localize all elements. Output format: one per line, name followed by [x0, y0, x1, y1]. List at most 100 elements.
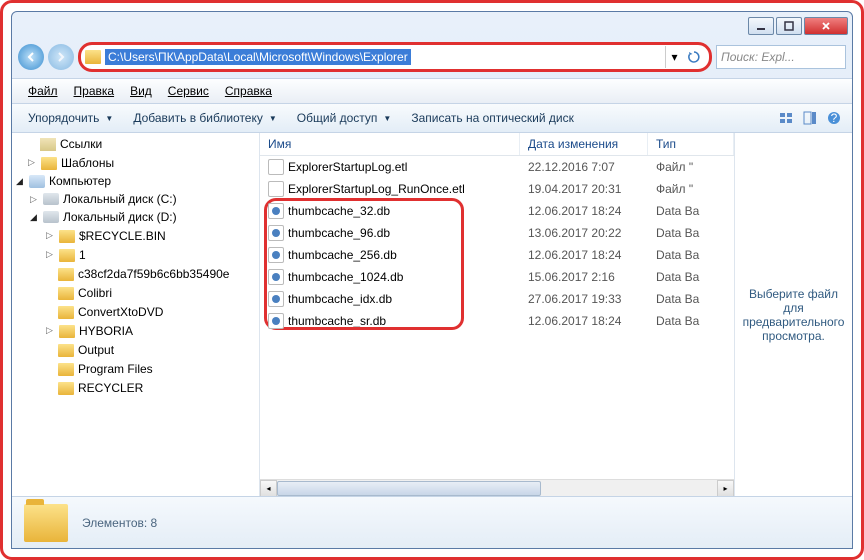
expander-icon[interactable]: ▷ [44, 325, 55, 336]
forward-button[interactable] [48, 44, 74, 70]
list-body[interactable]: ExplorerStartupLog.etl 22.12.2016 7:07Фай… [260, 156, 734, 479]
expander-icon[interactable]: ◢ [28, 212, 39, 223]
close-button[interactable] [804, 17, 848, 35]
file-name: thumbcache_256.db [288, 248, 397, 262]
preview-pane-button[interactable] [800, 108, 820, 128]
expander-icon[interactable]: ▷ [44, 230, 55, 241]
file-list: Имя Дата изменения Тип ExplorerStartupLo… [260, 133, 734, 496]
folder-icon [58, 287, 74, 300]
refresh-button[interactable] [683, 46, 705, 68]
file-date: 27.06.2017 19:33 [520, 291, 648, 307]
scroll-right-button[interactable]: ▸ [717, 480, 734, 497]
tree-convertx[interactable]: ConvertXtoDVD [12, 302, 259, 321]
status-elements: Элементов: 8 [82, 516, 157, 530]
menu-tools[interactable]: Сервис [162, 82, 215, 100]
file-row[interactable]: thumbcache_sr.db12.06.2017 18:24Data Ba [260, 310, 734, 332]
address-dropdown[interactable]: ▾ [665, 46, 683, 68]
expander-icon[interactable]: ▷ [44, 249, 55, 260]
tree-program-files[interactable]: Program Files [12, 359, 259, 378]
file-date: 22.12.2016 7:07 [520, 159, 648, 175]
search-input[interactable]: Поиск: Expl... [716, 45, 846, 69]
maximize-button[interactable] [776, 17, 802, 35]
file-row[interactable]: thumbcache_256.db12.06.2017 18:24Data Ba [260, 244, 734, 266]
address-bar[interactable]: C:\Users\ПК\AppData\Local\Microsoft\Wind… [85, 49, 665, 65]
horizontal-scrollbar: ◂ ▸ [260, 479, 734, 496]
expander-icon[interactable]: ▷ [26, 157, 37, 168]
drive-icon [43, 211, 59, 223]
back-button[interactable] [18, 44, 44, 70]
nav-tree[interactable]: Ссылки ▷Шаблоны ◢Компьютер ▷Локальный ди… [12, 133, 260, 496]
titlebar [12, 12, 852, 40]
tree-links[interactable]: Ссылки [12, 135, 259, 153]
preview-text: Выберите файл для предварительного просм… [743, 287, 845, 343]
tree-templates[interactable]: ▷Шаблоны [12, 153, 259, 172]
file-icon [268, 181, 284, 197]
file-row[interactable]: thumbcache_1024.db15.06.2017 2:16Data Ba [260, 266, 734, 288]
file-icon [268, 159, 284, 175]
scroll-track[interactable] [277, 480, 717, 497]
file-date: 12.06.2017 18:24 [520, 313, 648, 329]
view-mode-button[interactable] [776, 108, 796, 128]
search-placeholder: Поиск: Expl... [721, 50, 795, 64]
folder-icon [58, 363, 74, 376]
tree-computer[interactable]: ◢Компьютер [12, 172, 259, 190]
file-name: ExplorerStartupLog.etl [288, 160, 407, 174]
menu-file[interactable]: Файл [22, 82, 64, 100]
burn-button[interactable]: Записать на оптический диск [403, 108, 582, 128]
menu-edit[interactable]: Правка [68, 82, 121, 100]
file-date: 13.06.2017 20:22 [520, 225, 648, 241]
computer-icon [29, 175, 45, 188]
folder-icon [58, 306, 74, 319]
tree-drive-d[interactable]: ◢Локальный диск (D:) [12, 208, 259, 226]
tree-recycler[interactable]: RECYCLER [12, 378, 259, 397]
tree-colibri[interactable]: Colibri [12, 283, 259, 302]
expander-icon[interactable]: ▷ [28, 194, 39, 205]
tree-folder-hash[interactable]: c38cf2da7f59b6c6bb35490e [12, 264, 259, 283]
folder-icon [58, 268, 74, 281]
file-name: ExplorerStartupLog_RunOnce.etl [288, 182, 465, 196]
menubar: Файл Правка Вид Сервис Справка [12, 78, 852, 104]
minimize-button[interactable] [748, 17, 774, 35]
toolbar: Упорядочить▼ Добавить в библиотеку▼ Общи… [12, 104, 852, 133]
tree-recycle-bin[interactable]: ▷$RECYCLE.BIN [12, 226, 259, 245]
file-row[interactable]: thumbcache_96.db13.06.2017 20:22Data Ba [260, 222, 734, 244]
column-type[interactable]: Тип [648, 133, 734, 155]
folder-icon [41, 157, 57, 170]
file-row[interactable]: ExplorerStartupLog.etl 22.12.2016 7:07Фай… [260, 156, 734, 178]
content-area: Ссылки ▷Шаблоны ◢Компьютер ▷Локальный ди… [12, 133, 852, 496]
expander-icon[interactable]: ◢ [14, 176, 25, 187]
file-row[interactable]: thumbcache_32.db12.06.2017 18:24Data Ba [260, 200, 734, 222]
menu-help[interactable]: Справка [219, 82, 278, 100]
file-row[interactable]: thumbcache_idx.db27.06.2017 19:33Data Ba [260, 288, 734, 310]
column-name[interactable]: Имя [260, 133, 520, 155]
tree-hyboria[interactable]: ▷HYBORIA [12, 321, 259, 340]
svg-text:?: ? [831, 111, 838, 125]
help-button[interactable]: ? [824, 108, 844, 128]
column-date[interactable]: Дата изменения [520, 133, 648, 155]
tree-drive-c[interactable]: ▷Локальный диск (C:) [12, 190, 259, 208]
file-icon [268, 203, 284, 219]
file-icon [268, 269, 284, 285]
file-type: Data Ba [648, 247, 734, 263]
file-type: Data Ba [648, 291, 734, 307]
add-to-library-button[interactable]: Добавить в библиотеку▼ [125, 108, 284, 128]
folder-icon [24, 504, 68, 542]
menu-view[interactable]: Вид [124, 82, 158, 100]
file-row[interactable]: ExplorerStartupLog_RunOnce.etl19.04.2017… [260, 178, 734, 200]
organize-button[interactable]: Упорядочить▼ [20, 108, 121, 128]
scroll-thumb[interactable] [277, 481, 541, 496]
statusbar: Элементов: 8 [12, 496, 852, 548]
explorer-window: C:\Users\ПК\AppData\Local\Microsoft\Wind… [11, 11, 853, 549]
address-path[interactable]: C:\Users\ПК\AppData\Local\Microsoft\Wind… [105, 49, 411, 65]
list-header: Имя Дата изменения Тип [260, 133, 734, 156]
address-bar-highlight: C:\Users\ПК\AppData\Local\Microsoft\Wind… [78, 42, 712, 72]
share-button[interactable]: Общий доступ▼ [289, 108, 400, 128]
file-type: Data Ba [648, 203, 734, 219]
scroll-left-button[interactable]: ◂ [260, 480, 277, 497]
tree-folder-1[interactable]: ▷1 [12, 245, 259, 264]
file-type: Data Ba [648, 313, 734, 329]
file-type: Data Ba [648, 225, 734, 241]
link-icon [40, 138, 56, 151]
tree-output[interactable]: Output [12, 340, 259, 359]
file-type: Файл " [648, 159, 734, 175]
